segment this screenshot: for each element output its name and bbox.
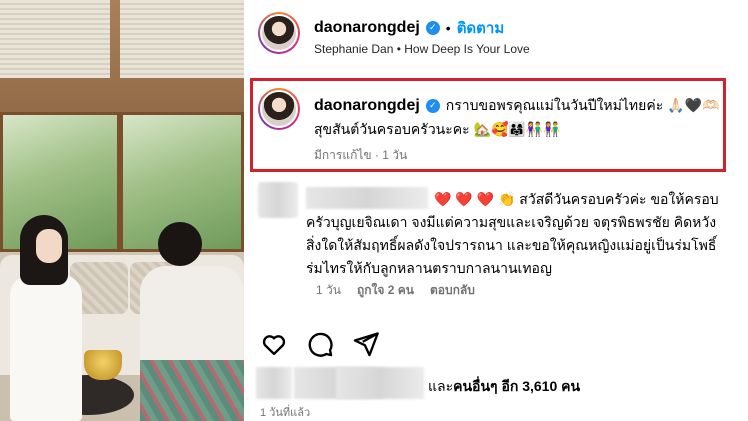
likes-summary[interactable]: และคนอื่นๆ อีก 3,610 คน <box>428 376 580 398</box>
follow-button[interactable]: ติดตาม <box>457 16 505 40</box>
paper-plane-icon[interactable] <box>352 330 380 358</box>
action-bar <box>260 330 380 358</box>
liker-name-blurred[interactable] <box>336 367 424 399</box>
reply-button[interactable]: ตอบกลับ <box>430 281 475 300</box>
flower-bowl <box>84 350 122 380</box>
liker-avatar-blurred[interactable] <box>256 367 292 399</box>
comment-avatar-blurred[interactable] <box>258 182 298 218</box>
caption-avatar[interactable] <box>258 88 300 130</box>
header-username[interactable]: daonarongdej <box>314 19 420 37</box>
window-blind <box>0 0 110 78</box>
post-sidebar: daonarongdej ✓ • ติดตาม Stephanie Dan • … <box>244 0 748 421</box>
post-timestamp: 1 วันที่แล้ว <box>260 407 311 419</box>
caption-username[interactable]: daonarongdej <box>314 97 420 115</box>
header-avatar[interactable] <box>258 12 300 54</box>
person-daughter <box>10 215 82 421</box>
post-header: daonarongdej ✓ • ติดตาม <box>314 16 504 40</box>
caption-meta: มีการแก้ไข · 1 วัน <box>314 148 408 162</box>
person-mother <box>140 222 244 421</box>
likes-prefix: และ <box>428 378 454 394</box>
comment-body: ❤️ ❤️ ❤️ 👏 สวัสดีวันครอบครัวค่ะ ขอให้ครอ… <box>306 188 726 280</box>
comment-time: 1 วัน <box>316 283 341 297</box>
comment-meta: 1 วัน ถูกใจ 2 คน ตอบกลับ <box>316 281 475 300</box>
caption-text-line-2: สุขสันต์วันครอบครัวนะคะ 🏡🥰👨‍👩‍👧👫👫 <box>314 121 561 137</box>
audio-track[interactable]: Stephanie Dan • How Deep Is Your Love <box>314 42 530 56</box>
comment-emoji: ❤️ ❤️ ❤️ 👏 <box>434 191 516 207</box>
likes-others[interactable]: คนอื่นๆ อีก 3,610 คน <box>453 378 580 394</box>
post-photo[interactable] <box>0 0 244 421</box>
caption-line-1: daonarongdej ✓ กราบขอพรคุณแม่ในวันปีใหม่… <box>314 95 719 117</box>
window-blind <box>120 0 244 78</box>
separator-dot: • <box>445 20 451 36</box>
verified-badge-icon: ✓ <box>425 99 440 113</box>
caption-text: กราบขอพรคุณแม่ในวันปีใหม่ไทยค่ะ 🙏🏻🖤🫶🏻 <box>445 97 720 113</box>
verified-badge-icon: ✓ <box>425 21 440 35</box>
heart-outline-icon[interactable] <box>260 330 288 358</box>
comment-bubble-icon[interactable] <box>306 330 334 358</box>
comment-likes[interactable]: ถูกใจ 2 คน <box>357 281 414 300</box>
